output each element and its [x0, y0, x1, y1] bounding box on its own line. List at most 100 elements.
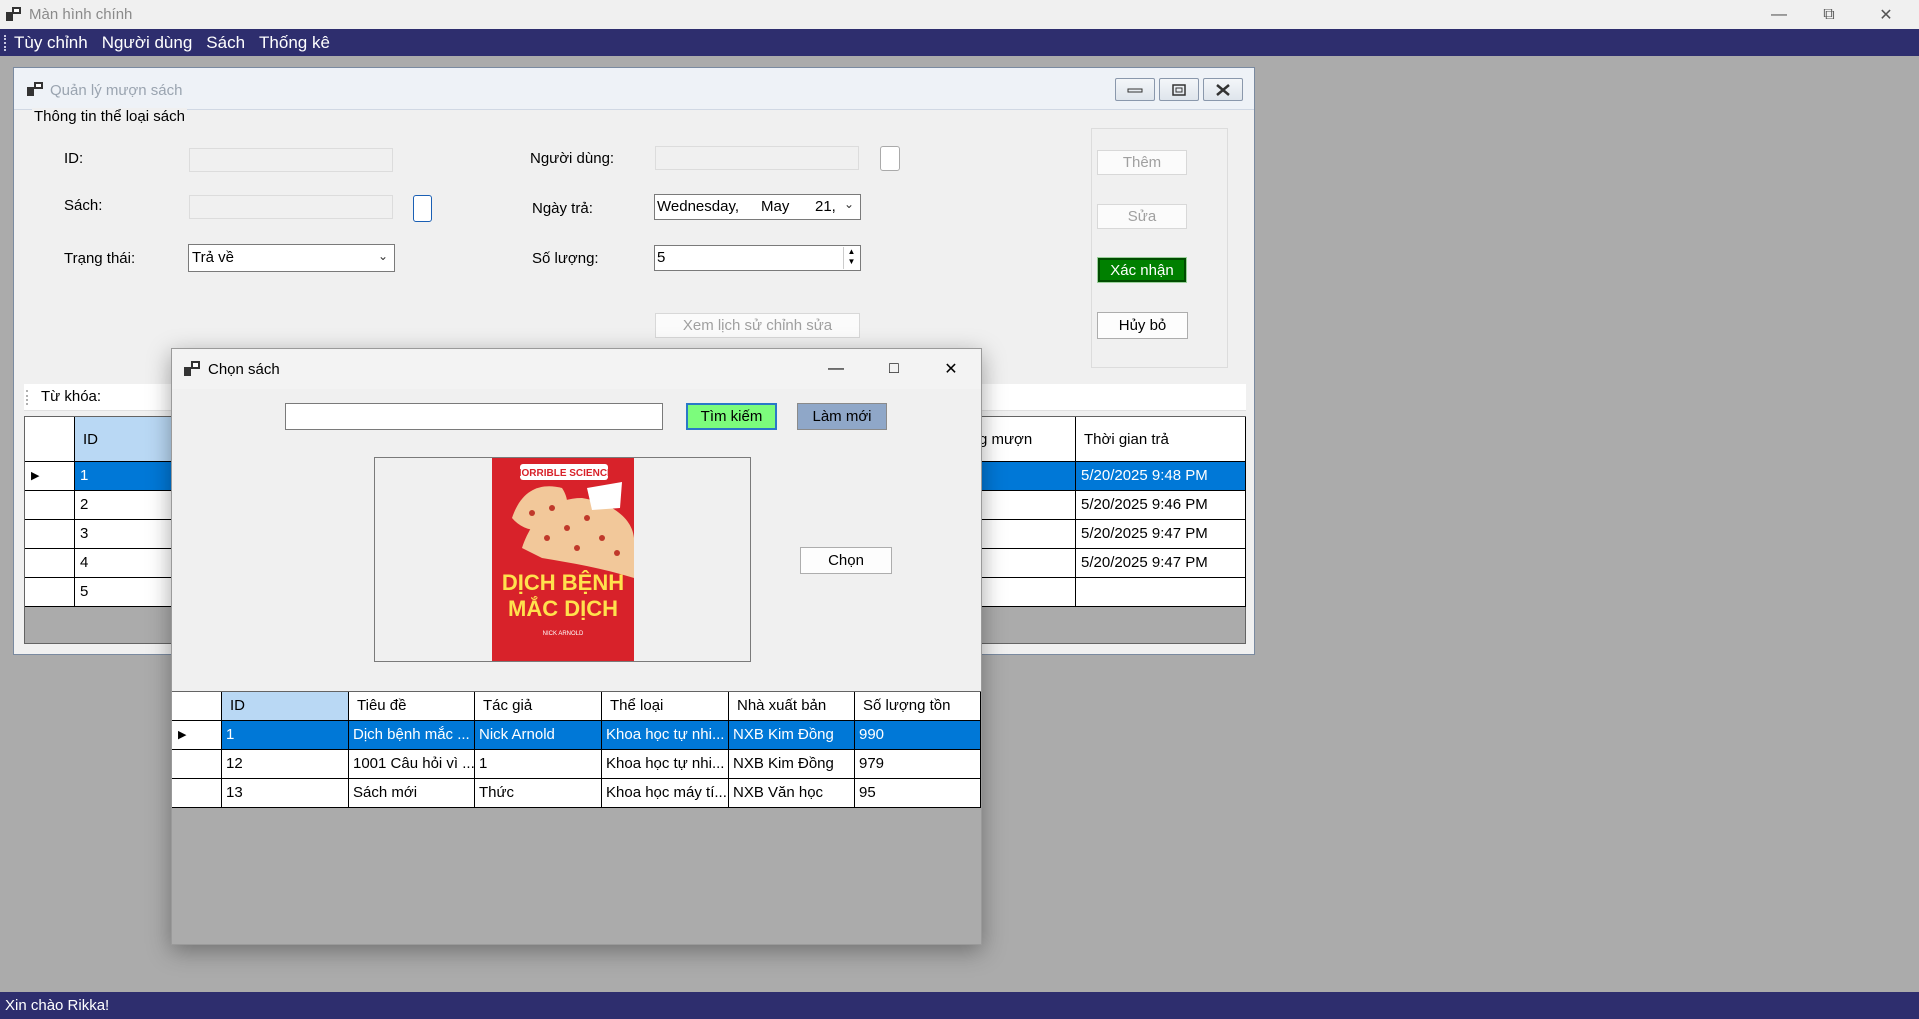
book-field[interactable]	[189, 195, 393, 219]
cover-title-line1: DỊCH BỆNH	[502, 570, 624, 595]
table-cell[interactable]: 1	[222, 721, 349, 750]
user-field[interactable]	[655, 146, 859, 170]
table-cell-return-time[interactable]: 5/20/2025 9:47 PM	[1076, 549, 1246, 578]
select-book-button[interactable]	[413, 195, 432, 222]
menu-bar: Tùy chỉnh Người dùng Sách Thống kê	[0, 29, 1919, 56]
refresh-button[interactable]: Làm mới	[795, 401, 889, 432]
table-cell[interactable]: NXB Kim Đồng	[729, 750, 855, 779]
table-cell-return-time[interactable]: 5/20/2025 9:47 PM	[1076, 520, 1246, 549]
grid-header-author[interactable]: Tác giả	[475, 692, 602, 721]
grid-header-stock[interactable]: Số lượng tồn	[855, 692, 981, 721]
row-header[interactable]: ▶	[172, 721, 222, 750]
status-text: Xin chào Rikka!	[5, 997, 110, 1014]
grid-header-return-time[interactable]: Thời gian trả	[1076, 417, 1246, 462]
table-cell[interactable]: 95	[855, 779, 981, 808]
add-button[interactable]: Thêm	[1097, 150, 1187, 175]
menu-item-statistics[interactable]: Thống kê	[259, 33, 330, 53]
grid-header-publisher[interactable]: Nhà xuất bản	[729, 692, 855, 721]
search-button[interactable]: Tìm kiếm	[686, 403, 777, 430]
table-cell[interactable]: 1001 Câu hỏi vì ...	[349, 750, 475, 779]
row-header[interactable]	[25, 520, 75, 549]
grid-header-id[interactable]: ID	[222, 692, 349, 721]
spin-down-icon[interactable]: ▼	[844, 257, 859, 267]
close-button[interactable]: ✕	[1858, 0, 1914, 29]
row-header[interactable]: ▶	[25, 462, 75, 491]
history-button[interactable]: Xem lịch sử chỉnh sửa	[655, 313, 860, 338]
status-label: Trạng thái:	[64, 250, 136, 267]
child-maximize-button[interactable]	[1159, 78, 1199, 101]
table-cell-id[interactable]: 5	[75, 578, 185, 607]
grid-header-borrow[interactable]: g mượn	[979, 417, 1076, 462]
table-cell[interactable]: Sách mới	[349, 779, 475, 808]
row-header[interactable]	[25, 549, 75, 578]
table-cell[interactable]: Khoa học tự nhi...	[602, 721, 729, 750]
table-cell[interactable]: 979	[855, 750, 981, 779]
dialog-close-button[interactable]: ✕	[923, 349, 979, 389]
menu-grip[interactable]	[4, 34, 7, 51]
quantity-label: Số lượng:	[532, 250, 599, 267]
table-cell-borrow[interactable]	[979, 578, 1076, 607]
main-window-title: Màn hình chính	[29, 6, 133, 23]
table-cell[interactable]: Thức	[475, 779, 602, 808]
child-minimize-button[interactable]	[1115, 78, 1155, 101]
quantity-stepper[interactable]: 5 ▲ ▼	[654, 245, 861, 271]
book-grid[interactable]: ID Tiêu đề Tác giả Thể loại Nhà xuất bản…	[172, 691, 981, 944]
cover-title-line2: MẮC DỊCH	[508, 596, 618, 621]
menu-item-books[interactable]: Sách	[206, 33, 245, 53]
table-cell-id[interactable]: 2	[75, 491, 185, 520]
spin-buttons[interactable]: ▲ ▼	[843, 247, 859, 269]
dialog-titlebar: Chọn sách — □ ✕	[172, 349, 981, 389]
close-icon	[1216, 83, 1230, 96]
search-input[interactable]	[285, 403, 663, 430]
menu-item-users[interactable]: Người dùng	[102, 33, 193, 53]
choose-button[interactable]: Chọn	[800, 547, 892, 574]
row-header[interactable]	[25, 491, 75, 520]
table-cell-return-time[interactable]: 5/20/2025 9:48 PM	[1076, 462, 1246, 491]
cover-author: NICK ARNOLD	[543, 631, 584, 637]
date-month: May	[761, 198, 790, 215]
table-cell[interactable]: Nick Arnold	[475, 721, 602, 750]
grid-header-id[interactable]: ID	[75, 417, 185, 462]
toolstrip-grip[interactable]	[26, 390, 28, 405]
grid-header-title[interactable]: Tiêu đề	[349, 692, 475, 721]
table-cell[interactable]: Khoa học máy tí...	[602, 779, 729, 808]
table-cell-id[interactable]: 4	[75, 549, 185, 578]
table-cell[interactable]: 13	[222, 779, 349, 808]
dialog-maximize-button[interactable]: □	[866, 349, 922, 389]
table-cell-borrow[interactable]	[979, 520, 1076, 549]
table-cell-return-time[interactable]: 5/20/2025 9:46 PM	[1076, 491, 1246, 520]
spin-up-icon[interactable]: ▲	[844, 247, 859, 257]
return-date-label: Ngày trả:	[532, 200, 593, 217]
table-cell[interactable]: Dịch bệnh mắc ...	[349, 721, 475, 750]
row-header[interactable]	[172, 750, 222, 779]
cancel-button[interactable]: Hủy bỏ	[1097, 312, 1188, 339]
table-cell[interactable]: 1	[475, 750, 602, 779]
grid-header-category[interactable]: Thể loại	[602, 692, 729, 721]
maximize-icon: □	[889, 360, 899, 377]
child-close-button[interactable]	[1203, 78, 1243, 101]
table-cell-id[interactable]: 1	[75, 462, 185, 491]
edit-button[interactable]: Sửa	[1097, 204, 1187, 229]
minimize-button[interactable]: —	[1751, 0, 1807, 29]
row-header[interactable]	[25, 578, 75, 607]
select-user-button[interactable]	[880, 146, 900, 171]
menu-item-settings[interactable]: Tùy chỉnh	[14, 33, 88, 53]
table-cell-borrow[interactable]	[979, 462, 1076, 491]
cover-series: HORRIBLE SCIENCE	[514, 468, 614, 479]
table-cell-id[interactable]: 3	[75, 520, 185, 549]
row-header[interactable]	[172, 779, 222, 808]
table-cell[interactable]: NXB Kim Đồng	[729, 721, 855, 750]
table-cell[interactable]: Khoa học tự nhi...	[602, 750, 729, 779]
table-cell[interactable]: 12	[222, 750, 349, 779]
id-field[interactable]	[189, 148, 393, 172]
table-cell-borrow[interactable]	[979, 491, 1076, 520]
restore-button[interactable]: ⧉	[1801, 0, 1857, 29]
table-cell-return-time[interactable]	[1076, 578, 1246, 607]
table-cell[interactable]: 990	[855, 721, 981, 750]
confirm-button[interactable]: Xác nhận	[1097, 257, 1187, 283]
table-cell[interactable]: NXB Văn học	[729, 779, 855, 808]
table-cell-borrow[interactable]	[979, 549, 1076, 578]
dialog-minimize-button[interactable]: —	[808, 349, 864, 389]
status-combobox[interactable]: Trả về ⌄	[188, 244, 395, 272]
return-date-picker[interactable]: Wednesday, May 21, ⌄	[654, 194, 861, 220]
